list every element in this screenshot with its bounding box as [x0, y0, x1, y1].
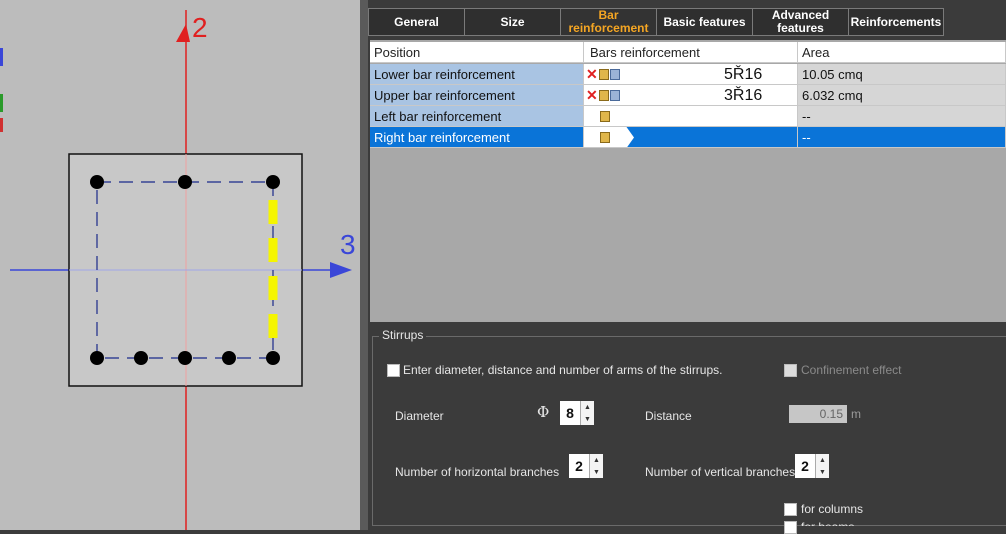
spin-down-icon[interactable]: ▼	[819, 469, 826, 476]
table-row[interactable]: Upper bar reinforcement ✕ 3Ř16 6.032 cmq	[370, 85, 1006, 106]
horizontal-branches-label: Number of horizontal branches	[395, 465, 560, 479]
bar-dot	[222, 351, 236, 365]
section-view-panel[interactable]: 2 3	[0, 0, 360, 530]
bar-dot	[90, 351, 104, 365]
tab-reinforcements[interactable]: Reinforcements	[848, 8, 944, 36]
properties-panel: General Size Bar reinforcement Basic fea…	[368, 0, 1006, 534]
vertical-branches-spinner[interactable]: 2 ▲ ▼	[795, 454, 829, 478]
row-bars-value: 5Ř16	[724, 66, 763, 83]
spin-up-icon[interactable]: ▲	[584, 404, 591, 411]
spin-down-icon[interactable]: ▼	[584, 416, 591, 423]
enter-stirrups-checkbox[interactable]	[387, 364, 400, 377]
spin-up-icon[interactable]: ▲	[819, 457, 826, 464]
row-position[interactable]: Lower bar reinforcement	[370, 64, 584, 85]
tab-advanced-features[interactable]: Advanced features	[752, 8, 848, 36]
bar-dot	[266, 175, 280, 189]
axis-2-arrow	[176, 24, 190, 42]
spin-up-icon[interactable]: ▲	[593, 457, 600, 464]
vertical-branches-value[interactable]: 2	[795, 454, 815, 478]
table-row-selected[interactable]: Right bar reinforcement --	[370, 127, 1006, 148]
section-drawing: 2 3	[10, 10, 356, 530]
row-position[interactable]: Upper bar reinforcement	[370, 85, 584, 106]
row-position[interactable]: Right bar reinforcement	[370, 127, 584, 148]
row-area: 6.032 cmq	[798, 85, 1006, 106]
distance-input[interactable]: 0.15	[789, 405, 847, 423]
axis-3-label: 3	[340, 229, 356, 260]
confinement-label: Confinement effect	[801, 363, 902, 377]
for-columns-checkbox[interactable]	[784, 503, 797, 516]
tab-general[interactable]: General	[368, 8, 464, 36]
bar-dot	[178, 351, 192, 365]
tab-bar-reinforcement[interactable]: Bar reinforcement	[560, 8, 656, 36]
panel-splitter[interactable]	[360, 0, 368, 530]
enter-stirrups-label: Enter diameter, distance and number of a…	[403, 363, 723, 377]
header-bars[interactable]: Bars reinforcement	[584, 42, 798, 63]
header-area[interactable]: Area	[798, 42, 1006, 63]
horizontal-branches-value[interactable]: 2	[569, 454, 589, 478]
diameter-spinner[interactable]: 8 ▲ ▼	[560, 401, 594, 425]
tab-basic-features[interactable]: Basic features	[656, 8, 752, 36]
delete-icon[interactable]: ✕	[586, 67, 598, 81]
row-area: --	[798, 106, 1006, 127]
stirrups-group: Stirrups Enter diameter, distance and nu…	[372, 328, 1006, 534]
spin-down-icon[interactable]: ▼	[593, 469, 600, 476]
tab-bar: General Size Bar reinforcement Basic fea…	[368, 8, 944, 36]
bar-dot	[178, 175, 192, 189]
edit-bars-icon[interactable]	[598, 89, 609, 101]
edit-bars-icon[interactable]	[600, 110, 610, 122]
axis-3-arrow	[330, 262, 352, 278]
distance-label: Distance	[645, 409, 692, 423]
table-row[interactable]: Lower bar reinforcement ✕ 5Ř16 10.05 cmq	[370, 64, 1006, 85]
diameter-label: Diameter	[395, 409, 444, 423]
tab-size[interactable]: Size	[464, 8, 560, 36]
horizontal-branches-spinner[interactable]: 2 ▲ ▼	[569, 454, 603, 478]
bar-dot	[266, 351, 280, 365]
copy-bars-icon[interactable]	[609, 68, 620, 80]
bar-dot	[90, 175, 104, 189]
axis-2-label: 2	[192, 12, 208, 43]
grid-header: Position Bars reinforcement Area	[370, 42, 1006, 63]
row-bars-cell[interactable]	[584, 127, 798, 148]
row-bars-cell[interactable]: ✕ 5Ř16	[584, 64, 798, 85]
copy-bars-icon[interactable]	[609, 89, 620, 101]
bar-dot	[134, 351, 148, 365]
row-area: 10.05 cmq	[798, 64, 1006, 85]
delete-icon[interactable]: ✕	[586, 88, 598, 102]
for-beams-checkbox[interactable]	[784, 521, 797, 534]
edit-bars-icon[interactable]	[598, 68, 609, 80]
row-bars-cell[interactable]: ✕ 3Ř16	[584, 85, 798, 106]
row-bars-cell[interactable]	[584, 106, 798, 127]
for-columns-label: for columns	[801, 502, 864, 516]
stirrups-legend: Stirrups	[379, 328, 427, 342]
distance-unit: m	[851, 407, 861, 421]
header-position[interactable]: Position	[370, 42, 584, 63]
row-area: --	[798, 127, 1006, 148]
reinforcement-grid: Position Bars reinforcement Area Lower b…	[370, 40, 1006, 322]
vertical-branches-label: Number of vertical branches	[645, 465, 796, 479]
diameter-value[interactable]: 8	[560, 401, 580, 425]
edit-bars-icon[interactable]	[600, 131, 610, 143]
row-position[interactable]: Left bar reinforcement	[370, 106, 584, 127]
row-bars-value: 3Ř16	[724, 87, 763, 104]
table-row[interactable]: Left bar reinforcement --	[370, 106, 1006, 127]
for-beams-label: for beams	[801, 520, 854, 526]
diameter-symbol: Φ	[537, 403, 550, 421]
confinement-checkbox[interactable]	[784, 364, 797, 377]
